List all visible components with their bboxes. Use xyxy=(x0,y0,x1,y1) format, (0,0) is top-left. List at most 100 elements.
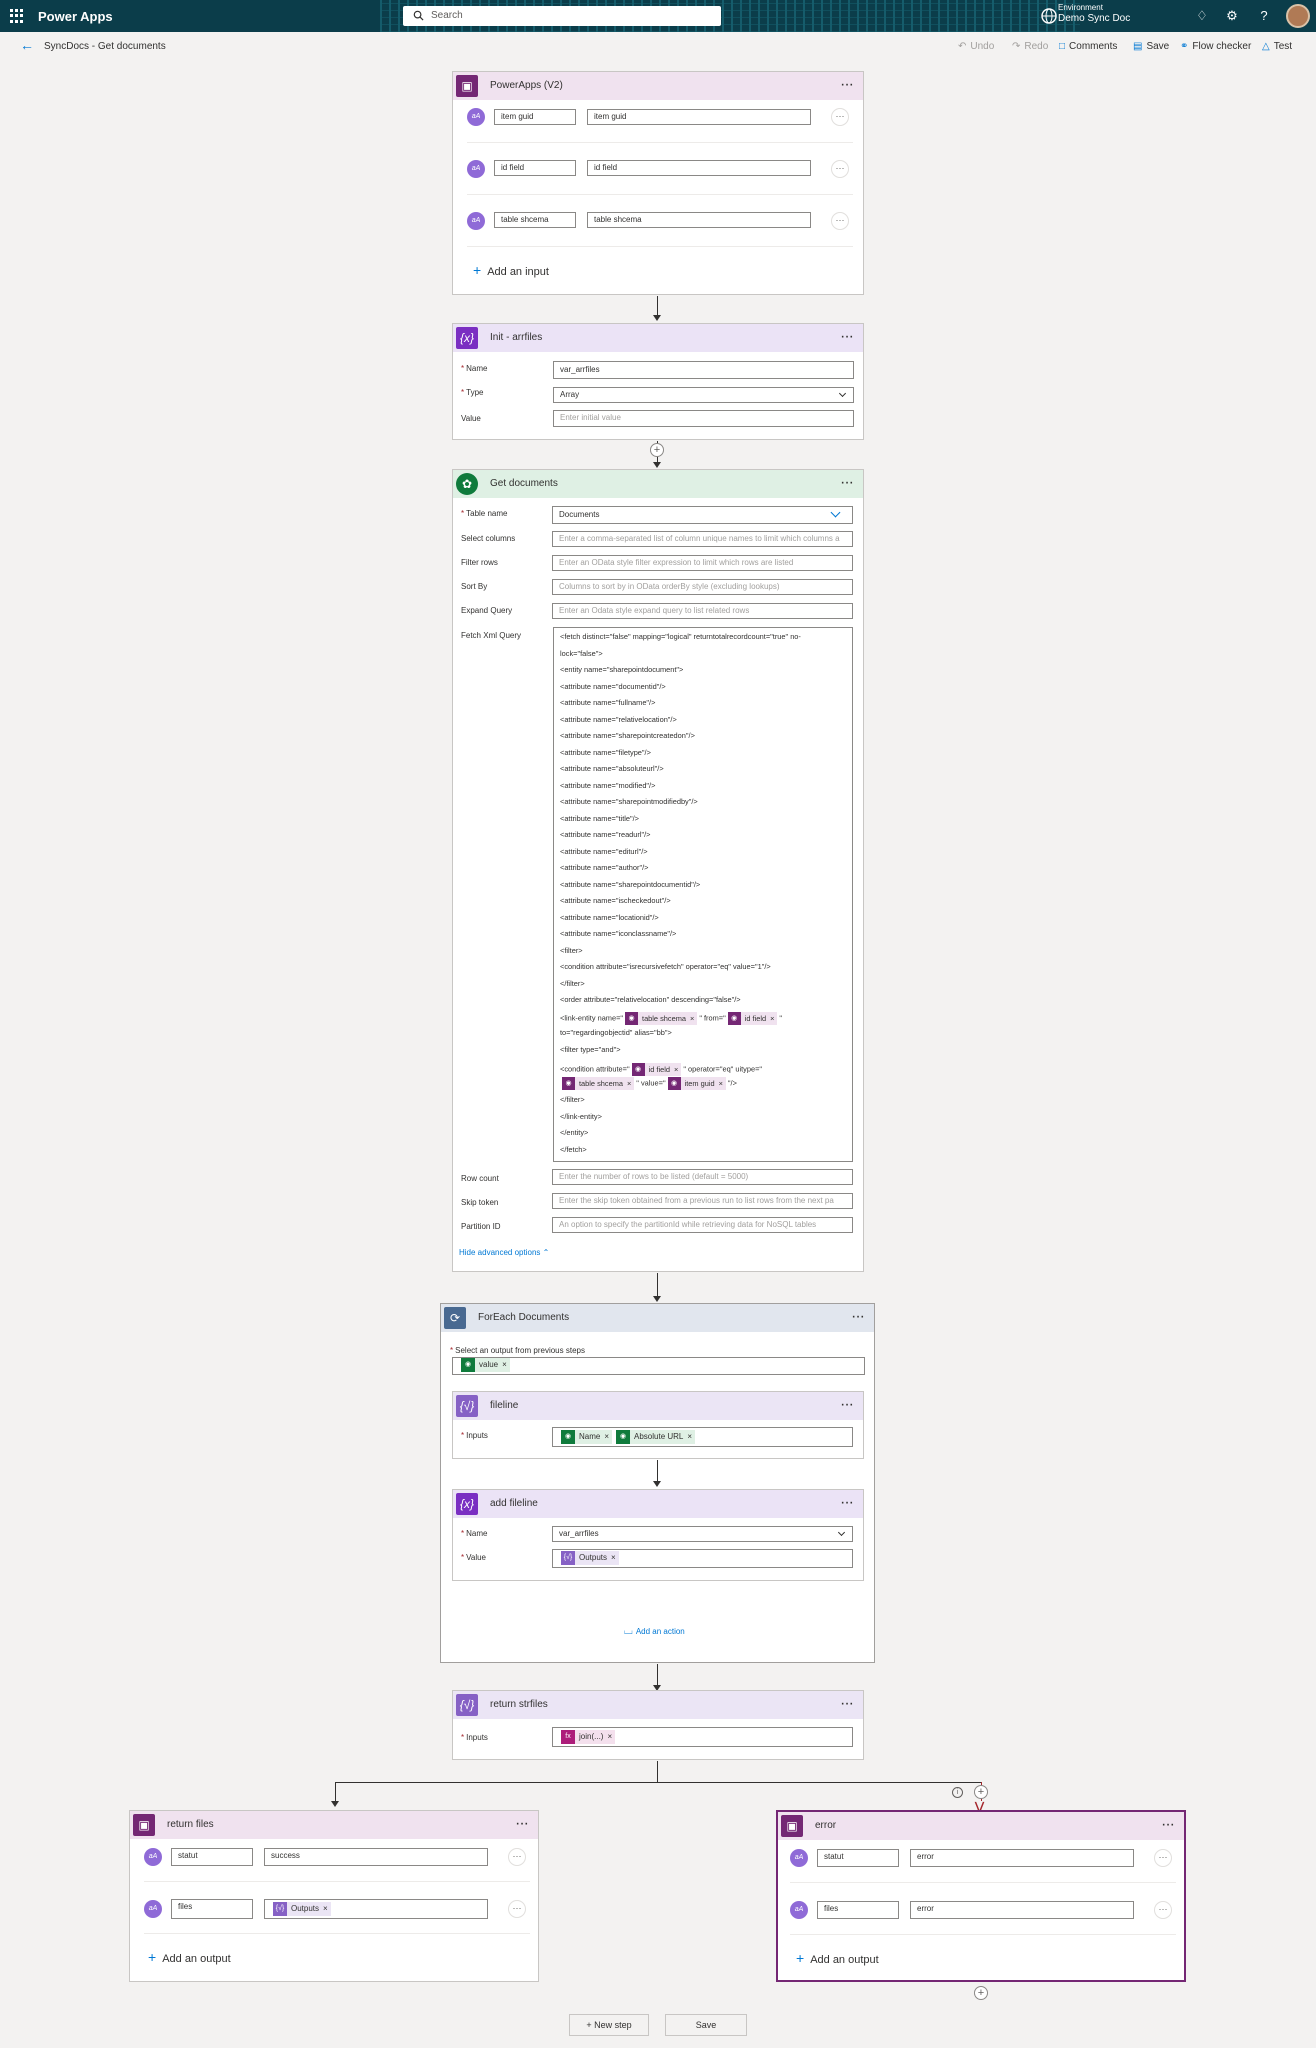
hide-advanced-options-link[interactable]: Hide advanced options ⌃ xyxy=(459,1248,549,1257)
strfiles-inputs-field[interactable]: fx join(...) × xyxy=(552,1727,853,1747)
add-action-button[interactable]: ⌴ Add an action xyxy=(624,1625,685,1638)
table-name-select[interactable]: Documents xyxy=(552,506,853,524)
remove-token-icon[interactable]: × xyxy=(719,1079,723,1088)
more-options-icon[interactable]: ··· xyxy=(840,474,854,492)
variable-name-field[interactable]: var_arrfiles xyxy=(553,361,854,379)
select-output-field[interactable]: ◉ value × xyxy=(452,1357,865,1375)
fetch-xml-editor[interactable]: <fetch distinct="false" mapping="logical… xyxy=(553,627,853,1162)
fileline-header[interactable]: {√} fileline ··· xyxy=(453,1392,863,1420)
remove-token-icon[interactable]: × xyxy=(323,1904,328,1913)
add-input-button[interactable]: + Add an input xyxy=(473,262,549,278)
expand-query-field[interactable]: Enter an Odata style expand query to lis… xyxy=(552,603,853,619)
token-id-field[interactable]: ◉ id field × xyxy=(631,1063,682,1076)
remove-token-icon[interactable]: × xyxy=(627,1079,631,1088)
search-input[interactable]: Search xyxy=(403,6,721,26)
more-options-icon[interactable]: ··· xyxy=(840,1396,854,1414)
fileline-inputs-field[interactable]: ◉ Name × ◉ Absolute URL × xyxy=(552,1427,853,1447)
remove-token-icon[interactable]: × xyxy=(502,1360,507,1369)
output-value-field[interactable]: error xyxy=(910,1901,1134,1919)
return-strfiles-header[interactable]: {√} return strfiles ··· xyxy=(453,1691,863,1719)
brand-title[interactable]: Power Apps xyxy=(38,9,113,24)
input-name-field[interactable]: item guid xyxy=(494,109,576,125)
input-name-field[interactable]: id field xyxy=(494,160,576,176)
output-value-field[interactable]: error xyxy=(910,1849,1134,1867)
token-item-guid[interactable]: ◉ item guid × xyxy=(667,1076,726,1090)
token-outputs[interactable]: {√} Outputs × xyxy=(561,1551,619,1565)
token-join-expression[interactable]: fx join(...) × xyxy=(561,1730,616,1744)
output-options-icon[interactable]: ··· xyxy=(1154,1849,1172,1867)
select-columns-field[interactable]: Enter a comma-separated list of column u… xyxy=(552,531,853,547)
remove-token-icon[interactable]: × xyxy=(770,1014,774,1023)
gear-icon[interactable]: ⚙ xyxy=(1224,8,1240,24)
remove-token-icon[interactable]: × xyxy=(611,1553,616,1562)
redo-button[interactable]: ↷ Redo xyxy=(1012,41,1048,52)
back-arrow-icon[interactable]: ← xyxy=(20,37,34,53)
more-options-icon[interactable]: ··· xyxy=(840,328,854,346)
row-count-field[interactable]: Enter the number of rows to be listed (d… xyxy=(552,1169,853,1185)
skip-token-field[interactable]: Enter the skip token obtained from a pre… xyxy=(552,1193,853,1209)
avatar[interactable] xyxy=(1286,4,1310,28)
input-options-icon[interactable]: ··· xyxy=(831,212,849,230)
add-output-button[interactable]: + Add an output xyxy=(796,1950,879,1966)
help-icon[interactable]: ? xyxy=(1256,8,1272,24)
comments-button[interactable]: □ Comments xyxy=(1059,41,1117,52)
init-header[interactable]: {x} Init - arrfiles ··· xyxy=(453,324,863,352)
save-flow-button[interactable]: Save xyxy=(665,2014,747,2036)
error-header[interactable]: ▣ error ··· xyxy=(778,1812,1184,1840)
more-options-icon[interactable]: ··· xyxy=(840,1695,854,1713)
filter-rows-field[interactable]: Enter an OData style filter expression t… xyxy=(552,555,853,571)
partition-id-field[interactable]: An option to specify the partitionId whi… xyxy=(552,1217,853,1233)
variable-type-select[interactable]: Array xyxy=(553,387,854,403)
remove-token-icon[interactable]: × xyxy=(607,1732,612,1741)
remove-token-icon[interactable]: × xyxy=(674,1065,678,1074)
output-name-field[interactable]: files xyxy=(817,1901,899,1919)
token-absolute-url[interactable]: ◉ Absolute URL × xyxy=(616,1430,696,1444)
remove-token-icon[interactable]: × xyxy=(690,1014,694,1023)
input-description-field[interactable]: item guid xyxy=(587,109,811,125)
get-documents-header[interactable]: ✿ Get documents ··· xyxy=(453,470,863,498)
token-value[interactable]: ◉ value × xyxy=(461,1358,510,1372)
bell-icon[interactable]: ♢ xyxy=(1194,8,1210,24)
insert-step-icon[interactable]: + xyxy=(650,443,664,457)
output-value-field[interactable]: success xyxy=(264,1848,488,1866)
insert-step-icon[interactable]: + xyxy=(974,1785,988,1799)
more-options-icon[interactable]: ··· xyxy=(515,1815,529,1833)
output-name-field[interactable]: files xyxy=(171,1899,253,1919)
token-name[interactable]: ◉ Name × xyxy=(561,1430,613,1444)
token-outputs[interactable]: {√} Outputs × xyxy=(273,1902,331,1916)
more-options-icon[interactable]: ··· xyxy=(851,1308,865,1326)
output-options-icon[interactable]: ··· xyxy=(1154,1901,1172,1919)
input-description-field[interactable]: table shcema xyxy=(587,212,811,228)
flow-checker-button[interactable]: ⚭ Flow checker xyxy=(1180,41,1251,52)
output-value-field[interactable]: {√} Outputs × xyxy=(264,1899,488,1919)
input-options-icon[interactable]: ··· xyxy=(831,160,849,178)
token-table-shcema[interactable]: ◉ table shcema × xyxy=(562,1076,635,1090)
initial-value-field[interactable]: Enter initial value xyxy=(553,410,854,427)
sort-by-field[interactable]: Columns to sort by in OData orderBy styl… xyxy=(552,579,853,595)
trigger-header[interactable]: ▣ PowerApps (V2) ··· xyxy=(453,72,863,100)
foreach-header[interactable]: ⟳ ForEach Documents ··· xyxy=(441,1304,874,1332)
output-name-field[interactable]: statut xyxy=(817,1849,899,1867)
info-icon[interactable]: i xyxy=(952,1787,963,1798)
save-button[interactable]: ▤ Save xyxy=(1133,41,1169,52)
input-name-field[interactable]: table shcema xyxy=(494,212,576,228)
undo-button[interactable]: ↶ Undo xyxy=(958,41,994,52)
token-id-field[interactable]: ◉ id field × xyxy=(727,1011,778,1025)
variable-name-select[interactable]: var_arrfiles xyxy=(552,1526,853,1542)
app-launcher-icon[interactable] xyxy=(10,9,24,23)
insert-step-icon[interactable]: + xyxy=(974,1986,988,2000)
new-step-button[interactable]: + New step xyxy=(569,2014,649,2036)
input-description-field[interactable]: id field xyxy=(587,160,811,176)
add-output-button[interactable]: + Add an output xyxy=(148,1949,231,1965)
add-fileline-header[interactable]: {x} add fileline ··· xyxy=(453,1490,863,1518)
more-options-icon[interactable]: ··· xyxy=(840,1494,854,1512)
more-options-icon[interactable]: ··· xyxy=(1161,1816,1175,1834)
test-button[interactable]: △ Test xyxy=(1262,41,1292,52)
remove-token-icon[interactable]: × xyxy=(604,1432,609,1441)
return-files-header[interactable]: ▣ return files ··· xyxy=(130,1811,538,1839)
output-options-icon[interactable]: ··· xyxy=(508,1848,526,1866)
environment-switcher[interactable]: Environment Demo Sync Doc xyxy=(1058,3,1130,25)
remove-token-icon[interactable]: × xyxy=(687,1432,692,1441)
append-value-field[interactable]: {√} Outputs × xyxy=(552,1549,853,1568)
output-name-field[interactable]: statut xyxy=(171,1848,253,1866)
